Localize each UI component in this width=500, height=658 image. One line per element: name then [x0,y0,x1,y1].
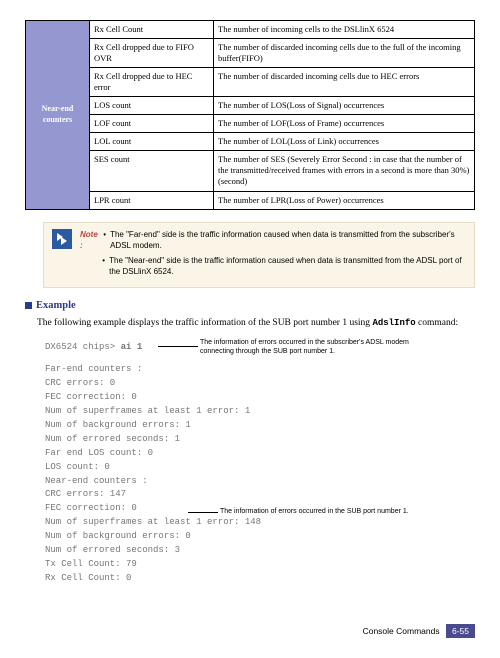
terminal-line: CRC errors: 147 [45,488,475,502]
row-name: LOS count [90,97,214,115]
row-desc: The number of LPR(Loss of Power) occurre… [214,191,475,209]
table-group-label: Near-end counters [26,21,90,210]
row-desc: The number of incoming cells to the DSLl… [214,21,475,39]
note-box: Note : • The "Far-end" side is the traff… [43,222,475,289]
terminal-line: Num of background errors: 0 [45,530,475,544]
terminal-line: CRC errors: 0 [45,377,475,391]
terminal-line: Far-end counters : [45,363,475,377]
row-desc: The number of SES (Severely Error Second… [214,151,475,191]
row-name: Rx Cell dropped due to FIFO OVR [90,39,214,68]
example-intro: The following example displays the traff… [37,317,475,331]
terminal-line: Num of superframes at least 1 error: 1 [45,405,475,419]
terminal-line: Near-end counters : [45,475,475,489]
row-desc: The number of discarded incoming cells d… [214,68,475,97]
bullet-dot: • [102,255,105,277]
square-bullet-icon [25,302,32,309]
bullet-dot: • [103,229,106,251]
terminal-line: Num of errored seconds: 1 [45,433,475,447]
footer-section: Console Commands [363,626,440,636]
note-label: Note : [80,229,100,251]
callout-near-end: The information of errors occurred in th… [220,508,470,517]
terminal-line: Rx Cell Count: 0 [45,572,475,586]
row-name: LOL count [90,133,214,151]
page-footer: Console Commands 6-55 [25,624,475,638]
note-icon [52,229,72,249]
callout-far-end: The information of errors occurred in th… [200,339,450,357]
note-item: The "Near-end" side is the traffic infor… [109,255,466,277]
note-item: The "Far-end" side is the traffic inform… [110,229,466,251]
row-desc: The number of LOS(Loss of Signal) occurr… [214,97,475,115]
terminal-input: ai 1 [121,342,143,352]
terminal-line: Far end LOS count: 0 [45,447,475,461]
command-name: AdslInfo [372,318,415,328]
row-name: LOF count [90,115,214,133]
terminal-output: The information of errors occurred in th… [45,341,475,586]
row-desc: The number of LOL(Loss of Link) occurren… [214,133,475,151]
page-number: 6-55 [446,624,475,638]
terminal-line: FEC correction: 0 [45,391,475,405]
row-name: Rx Cell Count [90,21,214,39]
terminal-line: Tx Cell Count: 79 [45,558,475,572]
terminal-line: Num of errored seconds: 3 [45,544,475,558]
near-end-counters-table: Near-end counters Rx Cell Count The numb… [25,20,475,210]
row-name: Rx Cell dropped due to HEC error [90,68,214,97]
row-desc: The number of discarded incoming cells d… [214,39,475,68]
row-name: SES count [90,151,214,191]
row-name: LPR count [90,191,214,209]
example-heading: Example [25,300,475,311]
terminal-line: Num of superframes at least 1 error: 148 [45,516,475,530]
terminal-line: LOS count: 0 [45,461,475,475]
terminal-line: Num of background errors: 1 [45,419,475,433]
row-desc: The number of LOF(Loss of Frame) occurre… [214,115,475,133]
